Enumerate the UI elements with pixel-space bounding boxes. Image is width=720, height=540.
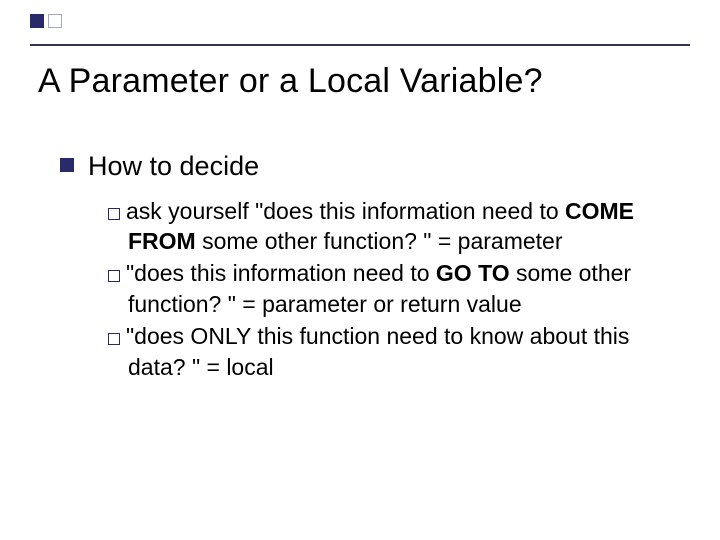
- header-decor-squares: [30, 14, 62, 28]
- bullet-square-open-icon: [108, 333, 120, 345]
- item-text-post: some other function? " = parameter: [196, 228, 563, 254]
- bullet-square-filled-icon: [60, 158, 74, 172]
- item-text-pre: ask yourself "does this information need…: [126, 198, 565, 224]
- decor-square-filled: [30, 14, 44, 28]
- item-text-bold: GO TO: [436, 260, 510, 286]
- list-item: "does ONLY this function need to know ab…: [108, 321, 670, 382]
- header-rule: [30, 44, 690, 46]
- level2-list: ask yourself "does this information need…: [108, 196, 670, 382]
- slide-title: A Parameter or a Local Variable?: [38, 62, 543, 101]
- list-item: ask yourself "does this information need…: [108, 196, 670, 257]
- item-text-pre: "does this information need to: [126, 260, 436, 286]
- slide-body: How to decide ask yourself "does this in…: [60, 150, 670, 384]
- bullet-square-open-icon: [108, 270, 120, 282]
- bullet-square-open-icon: [108, 208, 120, 220]
- item-text-pre: "does ONLY this function need to know ab…: [126, 323, 629, 379]
- decor-square-open: [48, 14, 62, 28]
- level1-heading: How to decide: [88, 150, 259, 184]
- level1-item: How to decide: [60, 150, 670, 184]
- list-item: "does this information need to GO TO som…: [108, 258, 670, 319]
